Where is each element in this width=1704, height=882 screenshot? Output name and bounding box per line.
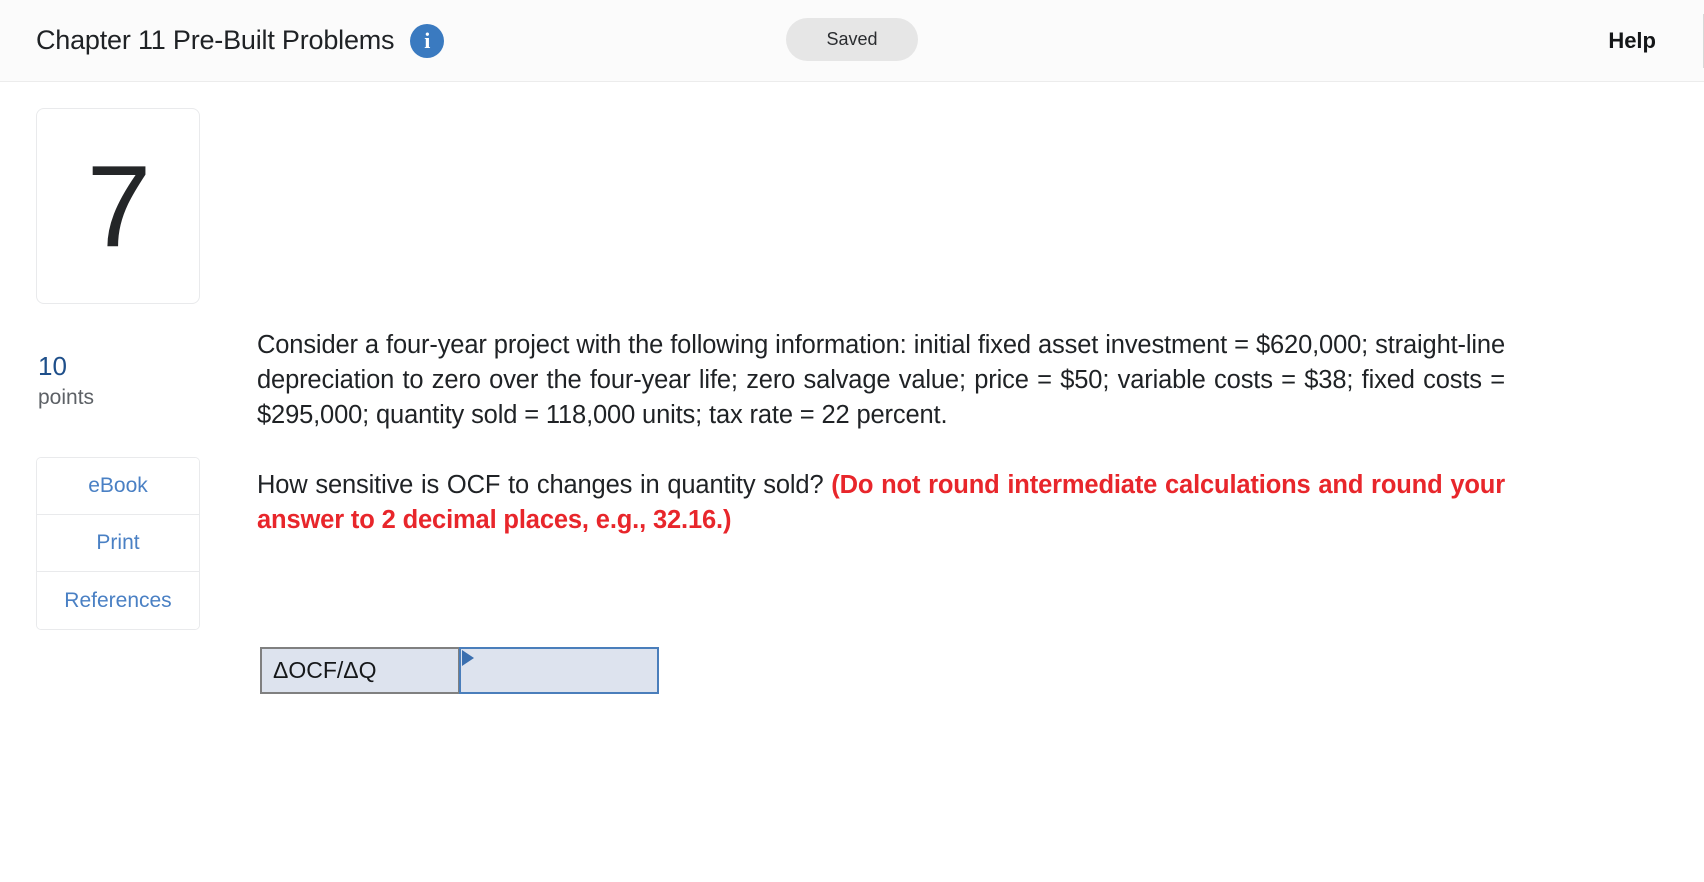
question-number: 7 — [86, 141, 152, 271]
answer-input[interactable] — [461, 649, 657, 692]
points-value: 10 — [38, 351, 67, 381]
answer-input-cell[interactable] — [459, 647, 659, 694]
question-ask-paragraph: How sensitive is OCF to changes in quant… — [257, 468, 1505, 538]
question-number-card: 7 — [36, 108, 200, 304]
question-tools-list: eBook Print References — [36, 457, 200, 631]
info-icon[interactable]: i — [410, 23, 445, 58]
page-title: Chapter 11 Pre-Built Problems — [36, 25, 395, 55]
tool-item-references[interactable]: References — [37, 572, 199, 630]
question-intro-paragraph: Consider a four-year project with the fo… — [257, 331, 1505, 430]
answer-row-label: ΔOCF/ΔQ — [260, 647, 460, 694]
question-rail: 7 10 points eBook Print References — [36, 108, 200, 631]
points-label: points — [38, 385, 95, 409]
page-title-group: Chapter 11 Pre-Built Problems i — [36, 23, 445, 58]
app-header: Chapter 11 Pre-Built Problems i Saved He… — [0, 0, 1704, 82]
question-body: Consider a four-year project with the fo… — [257, 82, 1505, 563]
help-link[interactable]: Help — [1608, 28, 1656, 54]
answer-table: ΔOCF/ΔQ — [260, 647, 659, 694]
tool-item-print[interactable]: Print — [37, 515, 199, 573]
question-ask-text: How sensitive is OCF to changes in quant… — [257, 470, 824, 499]
content-area: 7 10 points eBook Print References Consi… — [0, 82, 1704, 882]
points-block: 10 points — [36, 351, 200, 411]
status-badge-saved: Saved — [786, 18, 918, 61]
tool-item-ebook[interactable]: eBook — [37, 458, 199, 516]
